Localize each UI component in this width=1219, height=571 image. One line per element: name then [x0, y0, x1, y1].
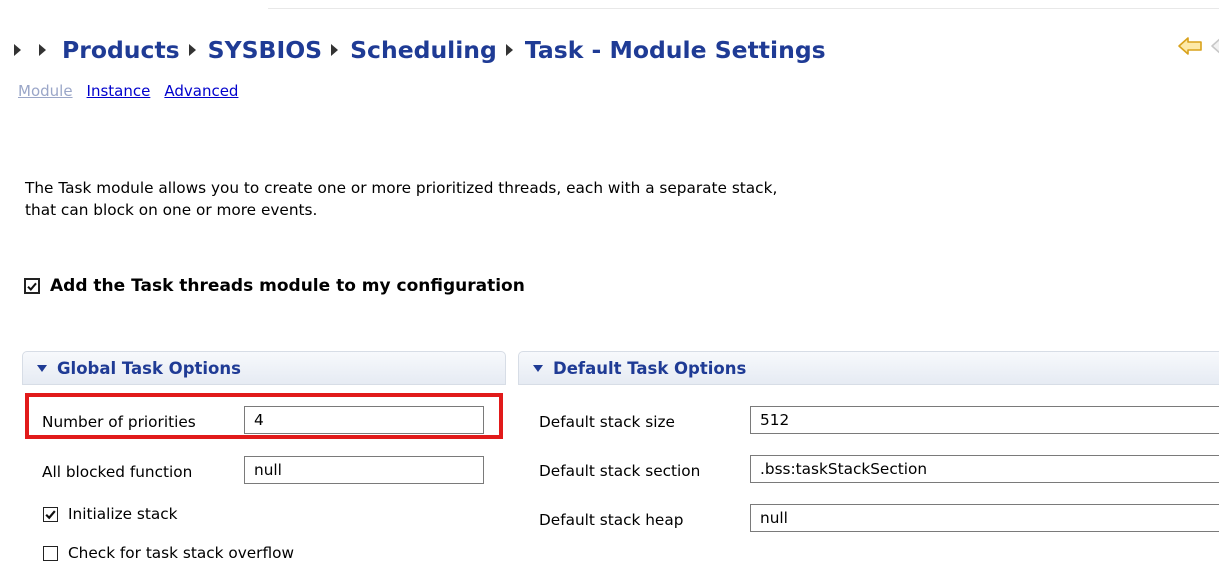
module-description: The Task module allows you to create one…: [25, 177, 1025, 221]
collapse-arrow-icon[interactable]: [37, 364, 47, 372]
forward-arrow-icon[interactable]: [1210, 36, 1219, 56]
checkbox-checked-icon[interactable]: [24, 278, 40, 294]
page-title: Task - Module Settings: [524, 36, 826, 64]
expand-arrow-icon-2[interactable]: [39, 44, 46, 56]
tab-advanced[interactable]: Advanced: [164, 82, 238, 100]
initialize-stack-label: Initialize stack: [68, 505, 178, 523]
module-tabs: Module Instance Advanced: [18, 82, 238, 100]
check-overflow-checkbox[interactable]: Check for task stack overflow: [43, 544, 294, 562]
top-divider: [268, 8, 1219, 9]
global-task-options-header[interactable]: Global Task Options: [23, 352, 505, 384]
description-line-2: that can block on one or more events.: [25, 201, 318, 219]
stack-heap-label: Default stack heap: [539, 511, 684, 529]
description-line-1: The Task module allows you to create one…: [25, 179, 778, 197]
default-task-options-header[interactable]: Default Task Options: [519, 352, 1219, 384]
default-task-options-section: Default Task Options: [518, 351, 1219, 385]
checkbox-unchecked-icon[interactable]: [43, 545, 58, 561]
stack-heap-input[interactable]: [750, 504, 1219, 532]
breadcrumb: Products SYSBIOS Scheduling Task - Modul…: [0, 32, 826, 68]
highlight-box: [25, 393, 503, 439]
global-task-options-section: Global Task Options: [22, 351, 506, 385]
stack-section-input[interactable]: [750, 455, 1219, 483]
back-arrow-icon[interactable]: [1177, 36, 1207, 56]
checkbox-checked-icon[interactable]: [43, 506, 58, 522]
check-overflow-label: Check for task stack overflow: [68, 544, 294, 562]
expand-arrow-icon[interactable]: [14, 44, 21, 56]
breadcrumb-separator-icon: [188, 44, 196, 56]
breadcrumb-sysbios[interactable]: SYSBIOS: [208, 36, 322, 64]
breadcrumb-scheduling[interactable]: Scheduling: [350, 36, 497, 64]
stack-section-label: Default stack section: [539, 462, 701, 480]
global-task-options-title: Global Task Options: [57, 358, 241, 378]
tab-module[interactable]: Module: [18, 82, 73, 100]
enable-module-checkbox[interactable]: Add the Task threads module to my config…: [24, 276, 525, 296]
default-task-options-title: Default Task Options: [553, 358, 747, 378]
initialize-stack-checkbox[interactable]: Initialize stack: [43, 505, 178, 523]
stack-size-input[interactable]: [750, 406, 1219, 434]
tab-instance[interactable]: Instance: [87, 82, 151, 100]
breadcrumb-products[interactable]: Products: [62, 36, 180, 64]
breadcrumb-separator-icon: [505, 44, 513, 56]
stack-size-label: Default stack size: [539, 413, 675, 431]
collapse-arrow-icon[interactable]: [533, 364, 543, 372]
breadcrumb-separator-icon: [331, 44, 339, 56]
enable-module-label: Add the Task threads module to my config…: [50, 276, 525, 296]
all-blocked-fn-label: All blocked function: [42, 463, 193, 481]
all-blocked-fn-input[interactable]: [244, 456, 484, 484]
